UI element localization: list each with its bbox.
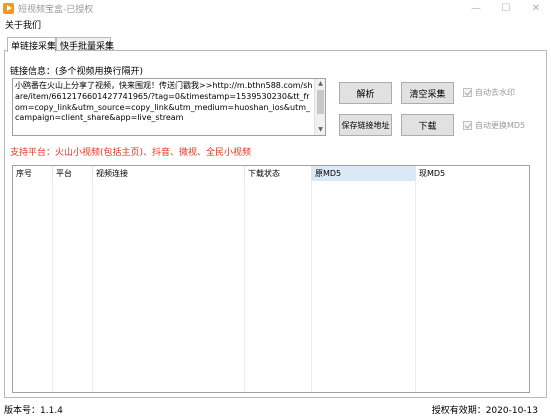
link-input-text: 小鸥番在火山上分享了视频，快来围观！传送门戳我>>http://m.bthn58… bbox=[15, 81, 313, 123]
version-text: 版本号：1.1.4 bbox=[4, 406, 63, 416]
remove-watermark-checkbox[interactable]: 自动去水印 bbox=[463, 87, 515, 98]
download-button[interactable]: 下载 bbox=[401, 114, 454, 136]
status-bar: 版本号：1.1.4 授权有效期：2020-10-13 bbox=[0, 400, 551, 417]
supported-platforms-text: 支持平台：火山小视频(包括主页)、抖音、微视、全民小视频 bbox=[10, 148, 252, 158]
window-controls: — ☐ ✕ bbox=[461, 0, 551, 17]
column-header-download-status[interactable]: 下载状态 bbox=[245, 166, 312, 181]
column-header-index[interactable]: 序号 bbox=[13, 166, 53, 181]
tab-single-link[interactable]: 单链接采集 bbox=[7, 37, 56, 52]
close-button[interactable]: ✕ bbox=[521, 0, 551, 17]
title-bar: 短视频宝盒-已授权 — ☐ ✕ bbox=[0, 0, 551, 17]
remove-watermark-label: 自动去水印 bbox=[475, 88, 515, 97]
scroll-down-icon[interactable]: ▼ bbox=[315, 125, 325, 135]
clear-collection-button[interactable]: 清空采集 bbox=[401, 82, 454, 104]
parse-button[interactable]: 解析 bbox=[339, 82, 392, 104]
column-header-new-md5[interactable]: 现MD5 bbox=[416, 166, 529, 181]
link-input[interactable]: 小鸥番在火山上分享了视频，快来围观！传送门戳我>>http://m.bthn58… bbox=[12, 78, 326, 136]
results-table[interactable]: 序号 平台 视频连接 下载状态 原MD5 现MD5 bbox=[12, 165, 530, 393]
column-divider bbox=[52, 181, 53, 392]
link-input-scrollbar[interactable]: ▲ ▼ bbox=[314, 79, 325, 135]
column-divider bbox=[92, 181, 93, 392]
scroll-up-icon[interactable]: ▲ bbox=[315, 79, 325, 89]
link-info-label: 链接信息：(多个视频用换行隔开) bbox=[10, 67, 144, 77]
app-logo-icon bbox=[3, 3, 14, 14]
save-link-button[interactable]: 保存链接地址 bbox=[339, 114, 392, 136]
menu-bar: 关于我们 bbox=[0, 17, 551, 31]
column-divider bbox=[415, 181, 416, 392]
column-header-original-md5[interactable]: 原MD5 bbox=[312, 166, 416, 181]
checkbox-checked-icon bbox=[463, 88, 472, 97]
minimize-button[interactable]: — bbox=[461, 0, 491, 17]
change-md5-checkbox[interactable]: 自动更换MD5 bbox=[463, 120, 525, 131]
column-header-platform[interactable]: 平台 bbox=[53, 166, 93, 181]
license-expiry-text: 授权有效期：2020-10-13 bbox=[431, 406, 538, 416]
menu-about-us[interactable]: 关于我们 bbox=[5, 18, 41, 31]
column-divider bbox=[311, 181, 312, 392]
change-md5-label: 自动更换MD5 bbox=[475, 121, 526, 130]
tab-strip: 单链接采集 快手批量采集 bbox=[0, 37, 551, 52]
scrollbar-thumb[interactable] bbox=[317, 90, 324, 114]
checkbox-checked-icon bbox=[463, 121, 472, 130]
column-header-video-link[interactable]: 视频连接 bbox=[93, 166, 245, 181]
column-divider bbox=[244, 181, 245, 392]
tab-kuaishou-batch[interactable]: 快手批量采集 bbox=[56, 37, 114, 52]
maximize-button[interactable]: ☐ bbox=[491, 0, 521, 17]
window-title: 短视频宝盒-已授权 bbox=[18, 5, 94, 15]
